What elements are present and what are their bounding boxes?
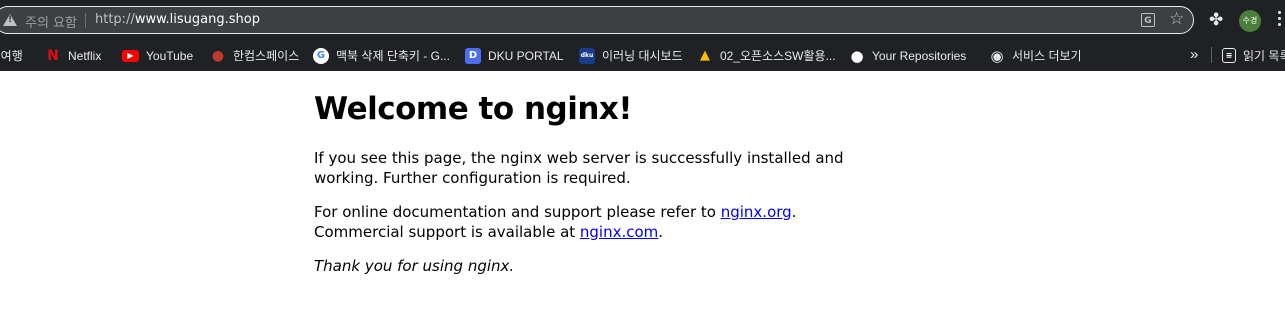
bookmark-youtube[interactable]: ▶ YouTube [122, 45, 193, 65]
bookmark-elearning[interactable]: dku 이러닝 대시보드 [579, 45, 683, 65]
bookmark-label: Your Repositories [872, 48, 967, 63]
commercial-text: Commercial support is available at [314, 222, 580, 241]
bookmark-label: 맥북 삭제 단축키 - G... [336, 48, 450, 63]
bookmark-label: DKU PORTAL [488, 48, 564, 63]
url-scheme: http:// [95, 12, 135, 27]
security-indicator[interactable]: 주의 요함 [25, 12, 77, 31]
intro-paragraph: If you see this page, the nginx web serv… [314, 149, 844, 187]
bookmark-label: 한컴스페이스 [233, 48, 300, 63]
bookmark-hancomspace[interactable]: ● 한컴스페이스 [210, 45, 299, 65]
bookmark-netflix[interactable]: N Netflix [45, 45, 101, 65]
docs-text: For online documentation and support ple… [314, 203, 721, 221]
thanks-paragraph: Thank you for using nginx. [314, 257, 874, 277]
warning-icon[interactable] [3, 14, 17, 26]
bookmark-star-icon[interactable]: ☆ [1169, 9, 1184, 29]
bookmark-label: Netflix [68, 48, 102, 63]
page-content: Welcome to nginx! If you see this page, … [314, 91, 874, 292]
globe-icon: ◉ [990, 46, 1004, 65]
dku-portal-icon: D [465, 47, 481, 64]
bookmark-label: 02_오픈소스SW활용... [720, 48, 836, 63]
browser-toolbar: 주의 요함 http://www.lisugang.shop G ☆ ✤ 수경 [0, 0, 1285, 40]
reading-list-icon: ≡ [1222, 48, 1236, 64]
nginx-com-link[interactable]: nginx.com [580, 223, 658, 241]
github-icon: ● [850, 46, 864, 65]
bookmark-google-search[interactable]: G 맥북 삭제 단축키 - G... [313, 45, 450, 65]
netflix-icon: N [47, 47, 59, 64]
translate-icon[interactable]: G [1141, 13, 1155, 27]
bookmark-dku-portal[interactable]: D DKU PORTAL [465, 45, 564, 65]
bookmark-more-services[interactable]: ◉ 서비스 더보기 [989, 45, 1082, 65]
bookmark-label: l여행 [0, 48, 23, 63]
docs-paragraph: For online documentation and support ple… [314, 203, 874, 242]
bookmarks-overflow-chevron-icon[interactable]: » [1190, 45, 1198, 65]
dku-elearning-icon: dku [579, 47, 595, 64]
bookmark-label: YouTube [146, 48, 194, 63]
page-title: Welcome to nginx! [314, 91, 633, 127]
browser-menu-icon[interactable] [1278, 11, 1281, 29]
address-bar[interactable]: 주의 요함 http://www.lisugang.shop G ☆ [0, 6, 1194, 34]
youtube-icon: ▶ [122, 49, 139, 62]
thanks-text: Thank you for using nginx. [314, 257, 515, 275]
google-drive-icon: ▲ [700, 47, 710, 63]
bookmarks-divider [1211, 47, 1212, 63]
profile-avatar[interactable]: 수경 [1239, 10, 1261, 32]
nginx-org-link[interactable]: nginx.org [721, 203, 792, 221]
docs-period: . [791, 203, 797, 221]
hancom-icon: ● [211, 47, 225, 64]
extensions-puzzle-icon[interactable]: ✤ [1209, 10, 1223, 30]
url-host: www.lisugang.shop [134, 12, 260, 27]
reading-list-label: 읽기 목록 [1243, 48, 1285, 63]
bookmark-github[interactable]: ● Your Repositories [849, 45, 966, 65]
commercial-period: . [658, 222, 664, 241]
google-icon: G [313, 47, 329, 64]
bookmark-google-drive[interactable]: ▲ 02_오픈소스SW활용... [697, 45, 836, 65]
bookmark-label: 이러닝 대시보드 [602, 48, 683, 63]
reading-list-button[interactable]: ≡ 읽기 목록 [1222, 45, 1285, 65]
bookmark-label: 서비스 더보기 [1012, 48, 1082, 63]
bookmarks-bar: l여행 N Netflix ▶ YouTube ● 한컴스페이스 G 맥북 삭제 단축키… [0, 40, 1285, 71]
url-text[interactable]: http://www.lisugang.shop [95, 12, 260, 27]
address-separator [85, 13, 86, 28]
bookmark-travel[interactable]: l여행 [0, 45, 23, 65]
